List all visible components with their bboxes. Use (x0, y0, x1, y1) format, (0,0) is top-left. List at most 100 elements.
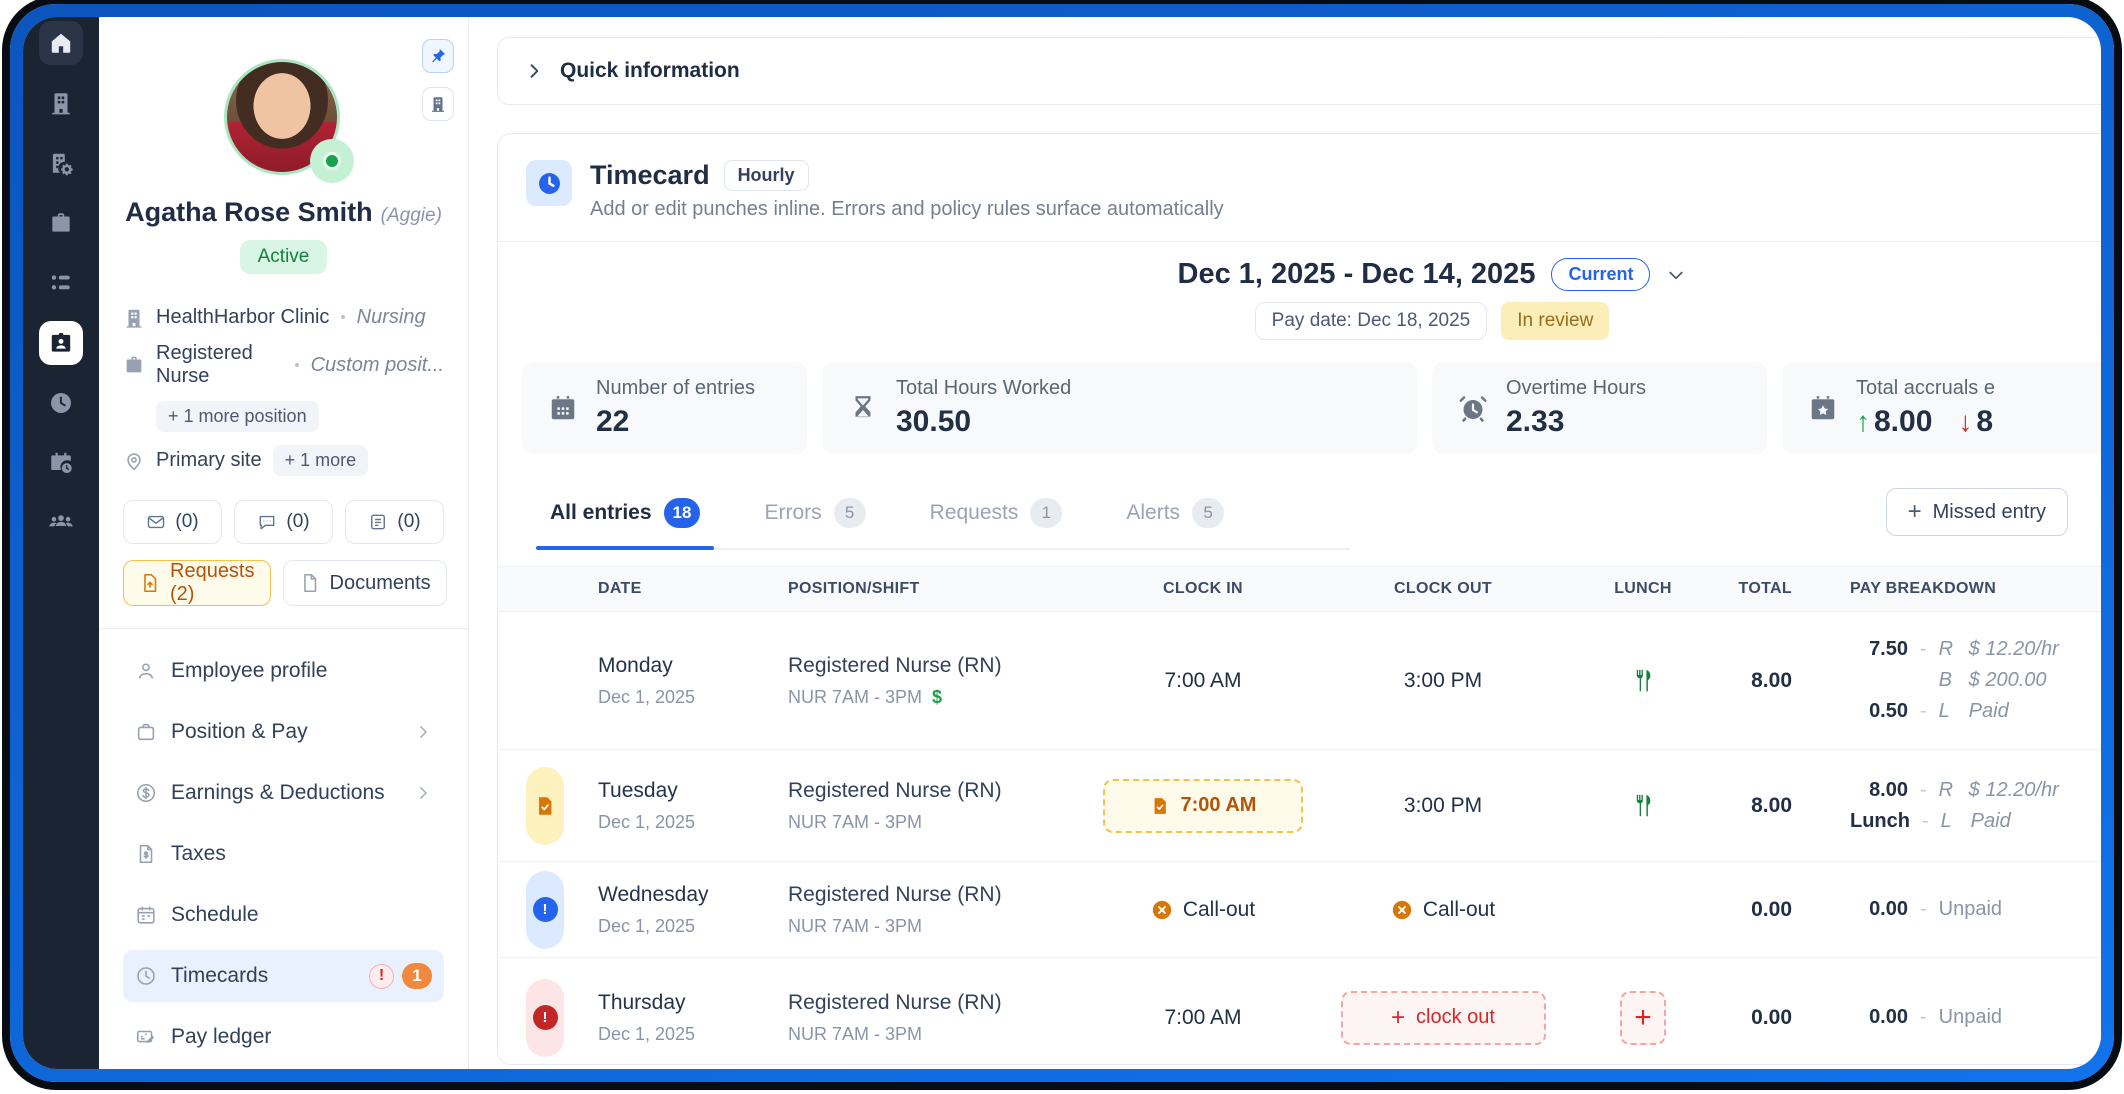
requests-button[interactable]: Requests (2) (123, 560, 271, 606)
divider (99, 628, 468, 629)
menu-item-pay-ledger[interactable]: Pay ledger (123, 1011, 444, 1063)
plus-icon: + (1908, 500, 1922, 524)
employee-name: Agatha Rose Smith(Aggie) (123, 197, 444, 228)
chevron-right-icon (414, 723, 432, 741)
position-note: Custom posit... (311, 354, 444, 377)
tab-all-entries[interactable]: All entries 18 (550, 498, 700, 548)
clock-out-cell[interactable]: 3:00 PM (1318, 669, 1568, 693)
clock-out-callout[interactable]: Call-out (1318, 898, 1568, 922)
review-status-chip: In review (1501, 302, 1609, 340)
menu-item-timecards[interactable]: Timecards ! 1 (123, 950, 444, 1002)
table-row-thursday[interactable]: ! Thursday Dec 1, 2025 Registered Nurse … (498, 958, 2101, 1065)
clock-in-callout[interactable]: Call-out (1088, 898, 1318, 922)
add-clock-out-button[interactable]: + clock out (1341, 991, 1546, 1045)
timecard-card: Timecard Hourly Add or edit punches inli… (497, 133, 2101, 1065)
person-icon (135, 660, 157, 682)
stat-overtime-hours: Overtime Hours 2.33 (1432, 362, 1767, 454)
info-badge: ! (526, 871, 564, 949)
menu-item-taxes[interactable]: Taxes (123, 828, 444, 880)
site-row: Primary site + 1 more (123, 445, 444, 476)
lunch-icon[interactable] (1568, 667, 1718, 694)
error-icon: ! (533, 1005, 558, 1030)
status-badge: Active (240, 240, 328, 274)
calendar-icon (548, 393, 578, 423)
tab-alerts[interactable]: Alerts 5 (1126, 498, 1224, 548)
table-row-tuesday[interactable]: Tuesday Dec 1, 2025 Registered Nurse (RN… (498, 750, 2101, 862)
clock-in-cell[interactable]: 7:00 AM (1088, 1006, 1318, 1030)
menu-item-position-pay[interactable]: Position & Pay (123, 706, 444, 758)
scheduling-icon[interactable] (39, 441, 83, 485)
add-lunch-button[interactable]: + (1620, 991, 1666, 1045)
pending-clock-in-button[interactable]: 7:00 AM (1103, 779, 1303, 833)
briefcase-icon (135, 721, 157, 743)
pay-breakdown: 7.50-R$ 12.20/hr -B$ 200.00 0.50-LPaid (1808, 638, 2101, 723)
pay-breakdown: 0.00-Unpaid (1808, 1006, 2101, 1029)
stats-row: Number of entries 22 Total Hours Worked … (498, 362, 2101, 454)
tab-count-badge: 5 (1192, 498, 1224, 528)
menu-item-earnings-deductions[interactable]: Earnings & Deductions (123, 767, 444, 819)
table-row-monday[interactable]: Monday Dec 1, 2025 Registered Nurse (RN)… (498, 612, 2101, 750)
premium-pay-icon: $ (932, 687, 942, 708)
company-name: HealthHarbor Clinic (156, 306, 329, 329)
lunch-icon[interactable] (1568, 792, 1718, 819)
employee-panel: Agatha Rose Smith(Aggie) Active HealthHa… (99, 17, 469, 1069)
menu-item-schedule[interactable]: Schedule (123, 889, 444, 941)
stat-total-hours: Total Hours Worked 30.50 (822, 362, 1417, 454)
timecard-table: DATE POSITION/SHIFT CLOCK IN CLOCK OUT L… (498, 566, 2101, 1065)
tabs-row: All entries 18 Errors 5 Requests 1 Alert… (498, 488, 2101, 550)
more-positions-chip[interactable]: + 1 more position (156, 401, 319, 432)
pin-button[interactable] (422, 39, 454, 73)
secondary-profile-button[interactable] (422, 87, 454, 121)
callout-x-icon (1391, 899, 1413, 921)
pay-date-chip: Pay date: Dec 18, 2025 (1255, 302, 1488, 340)
position-row: Registered Nurse • Custom posit... (123, 342, 444, 388)
timecards-count-badge: 1 (402, 963, 432, 989)
plus-icon: + (1634, 1003, 1652, 1033)
chat-counter-button[interactable]: (0) (234, 500, 333, 544)
jobs-icon[interactable] (39, 201, 83, 245)
tab-requests[interactable]: Requests 1 (930, 498, 1063, 548)
missed-entry-button[interactable]: + Missed entry (1886, 488, 2068, 536)
tabs: All entries 18 Errors 5 Requests 1 Alert… (550, 498, 1350, 550)
company-icon[interactable] (39, 81, 83, 125)
email-counter-button[interactable]: (0) (123, 500, 222, 544)
home-icon[interactable] (39, 21, 83, 65)
device-frame: Agatha Rose Smith(Aggie) Active HealthHa… (10, 4, 2114, 1082)
pay-period-range: Dec 1, 2025 - Dec 14, 2025 (1178, 258, 1536, 291)
more-sites-chip[interactable]: + 1 more (273, 445, 369, 476)
time-icon[interactable] (39, 381, 83, 425)
total-cell: 8.00 (1718, 669, 1808, 693)
menu-item-employee-profile[interactable]: Employee profile (123, 645, 444, 697)
clock-in-cell[interactable]: 7:00 AM (1088, 669, 1318, 693)
timecard-subtitle: Add or edit punches inline. Errors and p… (590, 198, 1224, 221)
quick-information-toggle[interactable]: Quick information (497, 37, 2101, 105)
company-settings-icon[interactable] (39, 141, 83, 185)
documents-button[interactable]: Documents (283, 560, 447, 606)
clock-out-cell[interactable]: 3:00 PM (1318, 794, 1568, 818)
timecard-title: Timecard (590, 160, 710, 191)
chat-icon (257, 512, 277, 532)
total-cell: 8.00 (1718, 794, 1808, 818)
team-icon[interactable] (39, 501, 83, 545)
current-period-chip: Current (1551, 258, 1650, 291)
chevron-right-icon (524, 61, 544, 81)
org-structure-icon[interactable] (39, 261, 83, 305)
table-header: DATE POSITION/SHIFT CLOCK IN CLOCK OUT L… (498, 566, 2101, 612)
pay-breakdown: 8.00-R$ 12.20/hr Lunch-LPaid (1808, 779, 2101, 833)
tab-errors[interactable]: Errors 5 (764, 498, 865, 548)
envelope-icon (146, 512, 166, 532)
avatar (224, 59, 344, 179)
tab-count-badge: 18 (664, 498, 701, 528)
quick-information-label: Quick information (560, 59, 740, 83)
employees-icon[interactable] (39, 321, 83, 365)
site-label: Primary site (156, 449, 262, 472)
pin-icon (429, 47, 447, 65)
timecard-header: Timecard Hourly Add or edit punches inli… (498, 134, 2101, 242)
notes-counter-button[interactable]: (0) (345, 500, 444, 544)
location-pin-icon (123, 450, 145, 472)
hourglass-icon (848, 393, 878, 423)
chevron-down-icon[interactable] (1666, 265, 1686, 285)
table-row-wednesday[interactable]: ! Wednesday Dec 1, 2025 Registered Nurse… (498, 862, 2101, 958)
chevron-right-icon (414, 784, 432, 802)
department: Nursing (357, 306, 426, 329)
